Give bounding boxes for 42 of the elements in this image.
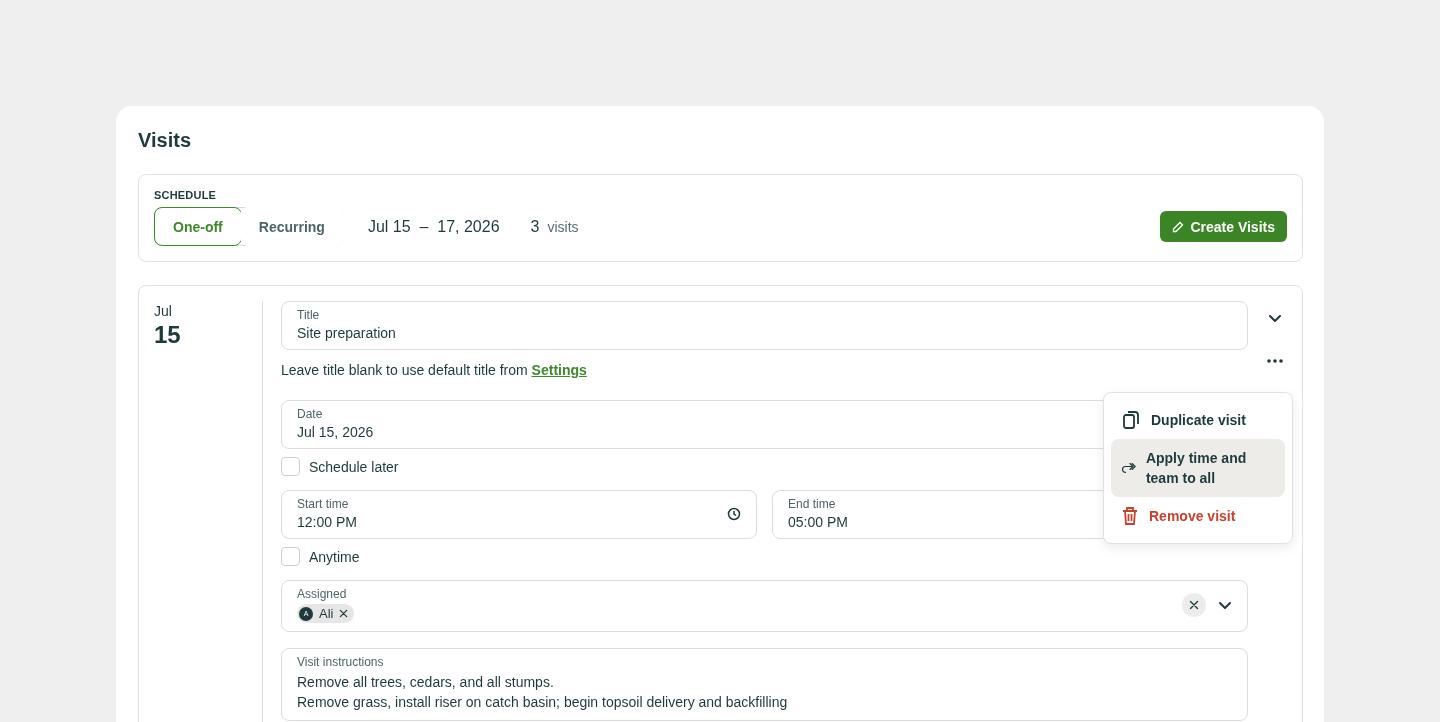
chevron-down-icon[interactable] xyxy=(1218,600,1232,610)
remove-icon[interactable] xyxy=(339,609,349,618)
field-value: Jul 15, 2026 xyxy=(297,424,374,440)
trash-icon xyxy=(1121,506,1139,526)
visit-count: 3 xyxy=(530,217,540,236)
clear-button[interactable] xyxy=(1182,593,1206,617)
more-icon[interactable] xyxy=(1267,359,1283,363)
copy-icon xyxy=(1121,410,1141,430)
title-field[interactable]: Title Site preparation xyxy=(281,301,1248,350)
assignee-name: Ali xyxy=(319,606,334,621)
menu-item[interactable]: Apply time and team to all xyxy=(1111,439,1285,497)
field-label: Start time xyxy=(297,497,349,511)
visit-day: 15 xyxy=(154,321,262,349)
instructions-field[interactable]: Visit instructions Remove all trees, cedars, and all stumps. Remove grass, install riser on catch basin; begin topsoil delivery and backfilling xyxy=(281,648,1248,721)
toggle-option[interactable]: Recurring xyxy=(239,207,344,246)
checkbox[interactable] xyxy=(281,547,300,566)
clock-icon[interactable] xyxy=(727,506,741,521)
start-time-field[interactable]: Start time 12:00 PM xyxy=(281,490,757,539)
field-label: Date xyxy=(297,407,323,421)
pencil-icon xyxy=(1172,220,1185,233)
section-title: Visits xyxy=(138,128,192,152)
field-label: Visit instructions xyxy=(297,655,384,669)
close-icon xyxy=(1189,600,1199,610)
field-label: Title xyxy=(297,308,320,322)
instructions-text: Remove all trees, cedars, and all stumps. Remove grass, install riser on catch basin; begin topsoil delivery and backfilling xyxy=(297,673,788,712)
schedule-label: SCHEDULE xyxy=(154,189,218,201)
visit-month: Jul xyxy=(154,303,173,319)
settings-link[interactable]: Settings xyxy=(531,362,587,378)
field-label: End time xyxy=(788,497,836,511)
create-visits-button[interactable]: Create Visits xyxy=(1160,211,1287,242)
field-label: Assigned xyxy=(297,587,347,601)
chevron-down-icon[interactable] xyxy=(1268,314,1282,323)
hint-text: Leave title blank to use default title from Settings xyxy=(281,362,588,378)
field-value: Site preparation xyxy=(297,325,396,341)
toggle-option[interactable]: One-off xyxy=(154,207,242,246)
checkbox-label: Anytime xyxy=(309,548,360,565)
date-range: Jul 15 – 17, 2026 xyxy=(367,217,500,236)
checkbox-label: Schedule later xyxy=(309,458,399,475)
field-value: 12:00 PM xyxy=(297,514,357,530)
field-value: 05:00 PM xyxy=(788,514,848,530)
visit-unit: visits xyxy=(547,218,579,235)
checkbox[interactable] xyxy=(281,457,300,476)
